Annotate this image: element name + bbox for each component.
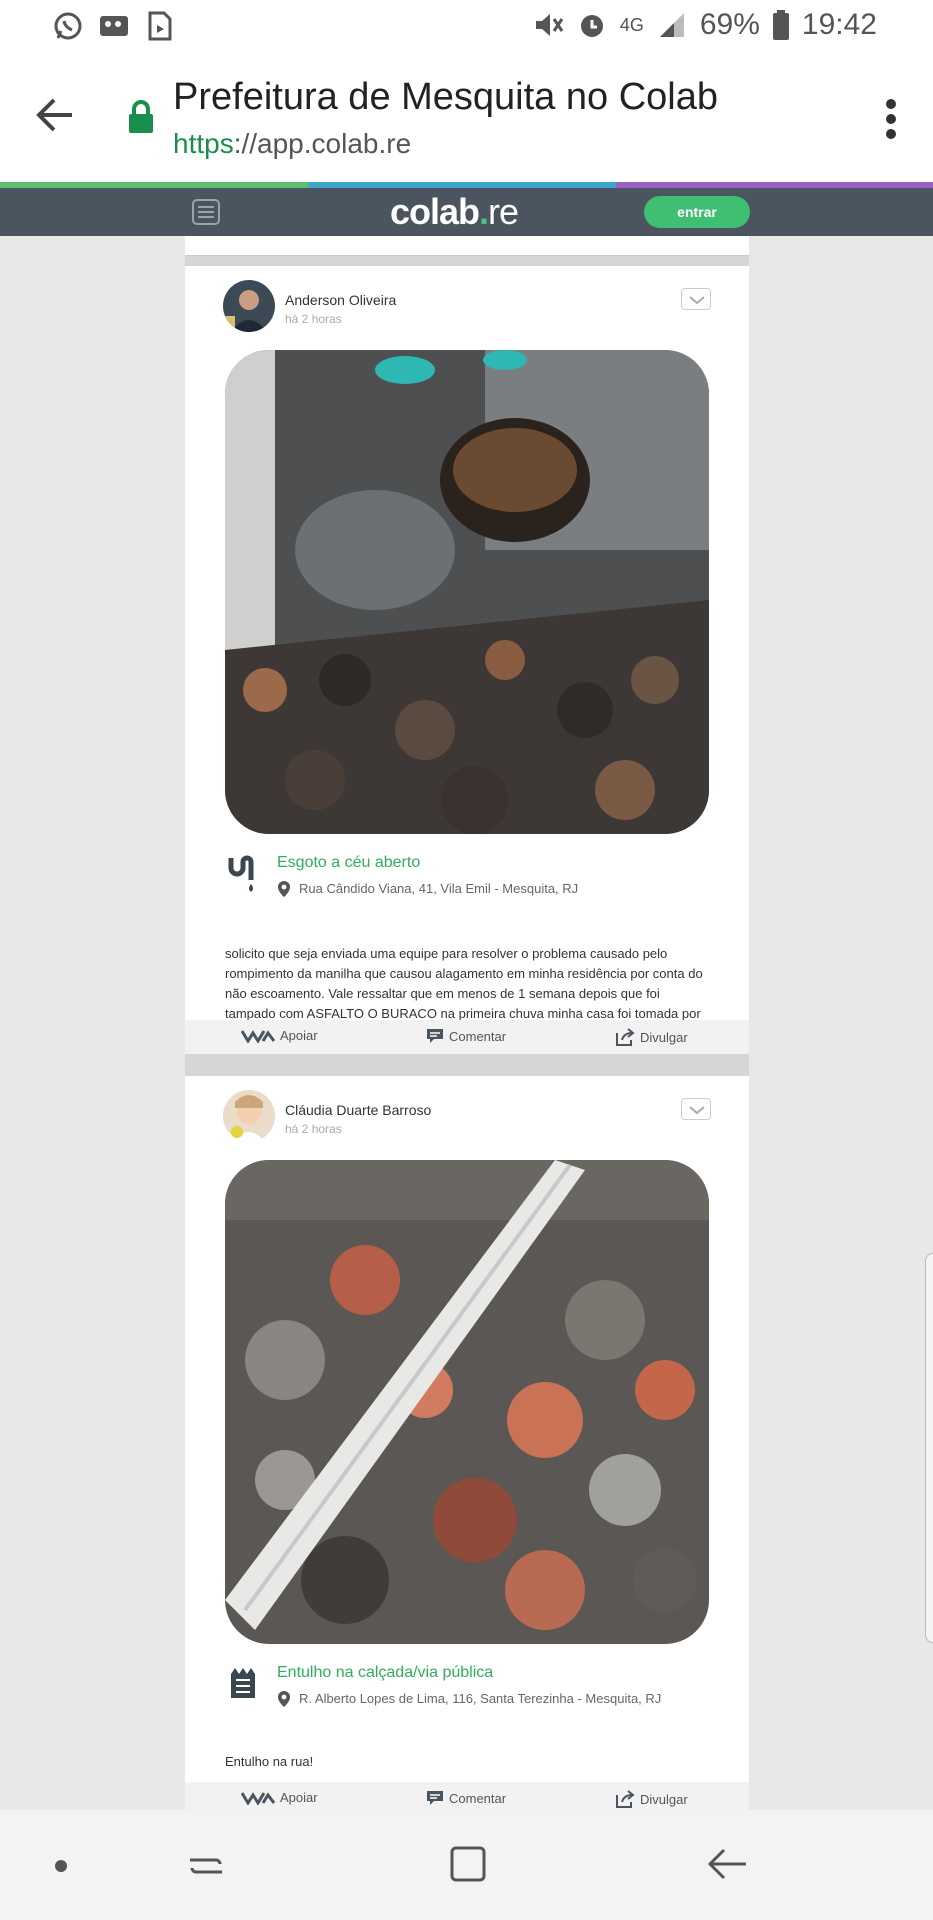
- brand-logo: colab.re: [390, 191, 519, 233]
- page-title: Prefeitura de Mesquita no Colab: [173, 76, 718, 118]
- avatar[interactable]: [223, 280, 275, 332]
- app-header: colab.re entrar: [0, 188, 933, 236]
- recents-icon[interactable]: [186, 1846, 226, 1886]
- home-icon[interactable]: [448, 1844, 488, 1884]
- post-actions: Apoiar Comentar Divulgar: [185, 1782, 749, 1810]
- post-address: Rua Cândido Viana, 41, Vila Emil - Mesqu…: [299, 881, 579, 896]
- alarm-icon: [580, 15, 603, 37]
- post-time: há 2 horas: [285, 312, 342, 326]
- chevron-down-icon: [689, 1106, 705, 1115]
- support-button[interactable]: Apoiar: [241, 1790, 318, 1805]
- support-label: Apoiar: [280, 1790, 318, 1805]
- post-photo[interactable]: [225, 1160, 709, 1644]
- brand-dot: .: [479, 191, 489, 232]
- comment-label: Comentar: [449, 1790, 507, 1806]
- author-name[interactable]: Anderson Oliveira: [285, 292, 396, 308]
- comment-icon: [427, 1029, 443, 1043]
- comment-icon: [427, 1791, 443, 1805]
- post-options-button[interactable]: [681, 288, 711, 310]
- post-address: R. Alberto Lopes de Lima, 116, Santa Ter…: [299, 1691, 662, 1706]
- support-icon: [241, 1029, 275, 1043]
- back-icon[interactable]: [706, 1844, 750, 1884]
- share-icon: [616, 1790, 635, 1808]
- avatar[interactable]: [223, 1090, 275, 1142]
- support-label: Apoiar: [280, 1028, 318, 1043]
- menu-icon[interactable]: [192, 199, 220, 225]
- lock-icon: [129, 100, 153, 133]
- post-card: Anderson Oliveira há 2 horas Esgoto a cé…: [185, 266, 749, 1054]
- post-card: Cláudia Duarte Barroso há 2 horas Entulh…: [185, 1076, 749, 1810]
- post-category-row: Esgoto a céu aberto Rua Cândido Viana, 4…: [225, 854, 709, 904]
- whatsapp-icon: [54, 12, 82, 40]
- rubble-icon: [231, 1668, 255, 1698]
- url-scheme: https: [173, 128, 234, 159]
- category-title[interactable]: Entulho na calçada/via pública: [277, 1664, 493, 1682]
- video-file-icon: [148, 11, 172, 41]
- url-host: ://app.colab.re: [233, 128, 412, 159]
- more-menu-icon[interactable]: [885, 98, 897, 140]
- location-pin-icon: [278, 1691, 290, 1707]
- voicemail-icon: [100, 16, 128, 36]
- signal-icon: [659, 13, 684, 37]
- share-label: Divulgar: [640, 1029, 688, 1045]
- browser-toolbar: Prefeitura de Mesquita no Colab https://…: [0, 54, 933, 182]
- network-type: 4G: [619, 14, 644, 35]
- sewage-icon: [228, 855, 254, 892]
- scroll-handle[interactable]: [925, 1253, 933, 1643]
- comment-button[interactable]: Comentar: [426, 1790, 506, 1806]
- brand-tld: re: [488, 191, 519, 232]
- status-bar: 4G 69% 19:42: [0, 0, 933, 54]
- author-name[interactable]: Cláudia Duarte Barroso: [285, 1102, 431, 1118]
- comment-button[interactable]: Comentar: [426, 1028, 506, 1044]
- post-options-button[interactable]: [681, 1098, 711, 1120]
- post-time: há 2 horas: [285, 1122, 342, 1136]
- mute-icon: [535, 14, 564, 36]
- support-icon: [241, 1791, 275, 1805]
- post-header: Cláudia Duarte Barroso há 2 horas: [185, 1076, 749, 1160]
- location-pin-icon: [278, 881, 290, 897]
- support-button[interactable]: Apoiar: [241, 1028, 318, 1043]
- post-actions: Apoiar Comentar Divulgar: [185, 1020, 749, 1054]
- share-icon: [616, 1028, 635, 1046]
- url-bar[interactable]: https://app.colab.re: [173, 128, 411, 160]
- clock: 19:42: [801, 8, 877, 41]
- post-photo[interactable]: [225, 350, 709, 834]
- brand-main: colab: [390, 191, 480, 232]
- post-category-row: Entulho na calçada/via pública R. Albert…: [225, 1664, 709, 1714]
- chevron-down-icon: [689, 296, 705, 305]
- share-button[interactable]: Divulgar: [615, 1028, 688, 1046]
- enter-button[interactable]: entrar: [644, 196, 750, 228]
- system-nav-bar: [0, 1810, 933, 1920]
- post-header: Anderson Oliveira há 2 horas: [185, 266, 749, 350]
- nav-dot-icon[interactable]: [55, 1860, 67, 1872]
- battery-percent: 69%: [699, 8, 760, 41]
- feed: Anderson Oliveira há 2 horas Esgoto a cé…: [185, 236, 749, 1810]
- battery-icon: [772, 10, 789, 40]
- category-title[interactable]: Esgoto a céu aberto: [277, 854, 420, 872]
- post-description: Entulho na rua!: [225, 1754, 314, 1769]
- share-label: Divulgar: [640, 1791, 688, 1807]
- back-arrow-icon[interactable]: [34, 94, 76, 136]
- share-button[interactable]: Divulgar: [615, 1790, 688, 1808]
- comment-label: Comentar: [449, 1028, 507, 1044]
- previous-card-edge: [185, 236, 749, 256]
